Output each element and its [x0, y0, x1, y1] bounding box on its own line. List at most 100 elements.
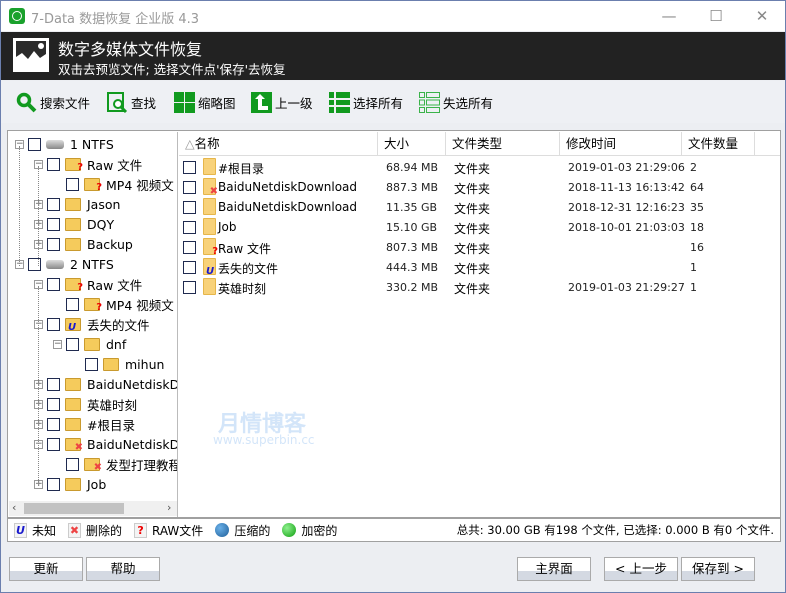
tree-node[interactable]: − dnf: [53, 334, 126, 354]
checkbox[interactable]: [47, 477, 60, 491]
tree-horizontal-scrollbar[interactable]: ‹ ›: [9, 501, 177, 516]
checkbox[interactable]: [47, 237, 60, 251]
save-to-button[interactable]: 保存到 >: [681, 557, 755, 581]
tree-node[interactable]: − U 丢失的文件: [34, 314, 150, 334]
file-count: 35: [690, 201, 704, 214]
row-checkbox[interactable]: [183, 281, 196, 294]
thumbnail-button[interactable]: 缩略图: [174, 91, 236, 113]
table-row[interactable]: ? Raw 文件 807.3 MB 文件夹 16: [179, 237, 780, 257]
checkbox[interactable]: [28, 257, 41, 271]
column-count[interactable]: 文件数量: [682, 132, 755, 156]
legend-label: 未知: [32, 523, 57, 538]
checkbox[interactable]: [47, 197, 60, 211]
tree-node[interactable]: − ✖ BaiduNetdiskD: [34, 434, 177, 454]
folder-icon: [65, 237, 81, 251]
table-row[interactable]: #根目录 68.94 MB 文件夹 2019-01-03 21:29:06 2: [179, 157, 780, 177]
checkbox[interactable]: [47, 277, 60, 291]
home-button[interactable]: 主界面: [517, 557, 591, 581]
legend-deleted: ✖ 删除的: [68, 522, 122, 539]
scroll-left-icon[interactable]: ‹: [12, 501, 16, 514]
row-checkbox[interactable]: [183, 201, 196, 214]
checkbox[interactable]: [47, 397, 60, 411]
find-button[interactable]: 查找: [107, 91, 157, 114]
checkbox[interactable]: [47, 437, 60, 451]
raw-badge-icon: ?: [77, 161, 83, 173]
tree-node[interactable]: ✖ 发型打理教程: [53, 454, 178, 474]
tree-node[interactable]: + Jason: [34, 194, 120, 214]
tree-node-label: 发型打理教程: [106, 457, 178, 473]
checkbox[interactable]: [47, 377, 60, 391]
compressed-icon: [215, 523, 230, 537]
tree-node[interactable]: + BaiduNetdiskD: [34, 374, 177, 394]
tree-node[interactable]: ? MP4 视频文: [53, 294, 174, 314]
tree-node[interactable]: −2 NTFS: [15, 254, 114, 274]
deselect-all-button[interactable]: 失选所有: [419, 91, 493, 113]
back-button[interactable]: < 上一步: [604, 557, 678, 581]
file-size: 330.2 MB: [386, 281, 439, 294]
status-bar: U 未知 ✖ 删除的 ? RAW文件 压缩的 加密的 总共: 30.00 GB 有19…: [7, 518, 781, 542]
table-row[interactable]: U 丢失的文件 444.3 MB 文件夹 1: [179, 257, 780, 277]
tree-node-label: Raw 文件: [87, 157, 143, 173]
column-modified[interactable]: 修改时间: [560, 132, 682, 156]
label: 查找: [131, 95, 157, 111]
row-checkbox[interactable]: [183, 161, 196, 174]
table-row[interactable]: BaiduNetdiskDownload 11.35 GB 文件夹 2018-1…: [179, 197, 780, 217]
file-size: 15.10 GB: [386, 221, 438, 234]
checkbox[interactable]: [28, 137, 41, 151]
tree-node[interactable]: + Backup: [34, 234, 133, 254]
tree-node[interactable]: + Job: [34, 474, 106, 494]
folder-icon: [65, 477, 81, 491]
row-checkbox[interactable]: [183, 221, 196, 234]
checkbox[interactable]: [47, 157, 60, 171]
folder-icon: [65, 417, 81, 431]
checkbox[interactable]: [47, 217, 60, 231]
up-level-button[interactable]: 上一级: [251, 91, 313, 113]
checkbox[interactable]: [66, 457, 79, 471]
folder-tree[interactable]: −1 NTFS −? Raw 文件? MP4 视频文 + Jason + DQY + Backup…: [9, 132, 178, 517]
row-checkbox[interactable]: [183, 241, 196, 254]
table-row[interactable]: Job 15.10 GB 文件夹 2018-10-01 21:03:03 18: [179, 217, 780, 237]
close-button[interactable]: ✕: [748, 5, 776, 27]
collapse-icon[interactable]: −: [53, 339, 62, 349]
row-checkbox[interactable]: [183, 261, 196, 274]
table-row[interactable]: 英雄时刻 330.2 MB 文件夹 2019-01-03 21:29:27 1: [179, 277, 780, 297]
modified-time: 2018-12-31 12:16:23: [568, 201, 685, 214]
scrollbar-thumb[interactable]: [24, 503, 124, 514]
checkbox[interactable]: [66, 337, 79, 351]
minimize-button[interactable]: —: [655, 5, 683, 27]
table-row[interactable]: ✖ BaiduNetdiskDownload 887.3 MB 文件夹 2018…: [179, 177, 780, 197]
column-name[interactable]: △名称: [179, 132, 378, 156]
refresh-button[interactable]: 更新: [9, 557, 83, 581]
tree-node[interactable]: mihun: [72, 354, 164, 374]
header-banner: 数字多媒体文件恢复 双击去预览文件; 选择文件点'保存'去恢复: [1, 32, 785, 80]
file-name: Job: [218, 220, 237, 234]
search-files-button[interactable]: 搜索文件: [16, 91, 90, 113]
tree-node-label: Backup: [87, 236, 133, 252]
scroll-right-icon[interactable]: ›: [167, 501, 171, 514]
tree-node-label: #根目录: [87, 417, 135, 433]
unknown-badge-icon: U: [206, 266, 215, 277]
maximize-button[interactable]: ☐: [702, 5, 730, 27]
folder-icon: ?: [203, 238, 218, 257]
tree-node[interactable]: −? Raw 文件: [34, 274, 142, 294]
tree-node-label: Jason: [87, 196, 121, 212]
help-button[interactable]: 帮助: [86, 557, 160, 581]
checkbox[interactable]: [66, 297, 79, 311]
tree-node[interactable]: + 英雄时刻: [34, 394, 137, 414]
checkbox[interactable]: [47, 317, 60, 331]
tree-node[interactable]: + #根目录: [34, 414, 135, 434]
tree-node[interactable]: + DQY: [34, 214, 114, 234]
column-size[interactable]: 大小: [378, 132, 446, 156]
checkbox[interactable]: [85, 357, 98, 371]
encrypted-icon: [282, 523, 297, 537]
column-type[interactable]: 文件类型: [446, 132, 560, 156]
checkbox[interactable]: [66, 177, 79, 191]
tree-node[interactable]: ? MP4 视频文: [53, 174, 174, 194]
tree-node[interactable]: −? Raw 文件: [34, 154, 142, 174]
row-checkbox[interactable]: [183, 181, 196, 194]
folder-icon: [203, 218, 216, 235]
select-all-button[interactable]: 选择所有: [329, 91, 403, 113]
tree-node[interactable]: −1 NTFS: [15, 134, 114, 154]
label: 缩略图: [198, 95, 236, 111]
checkbox[interactable]: [47, 417, 60, 431]
